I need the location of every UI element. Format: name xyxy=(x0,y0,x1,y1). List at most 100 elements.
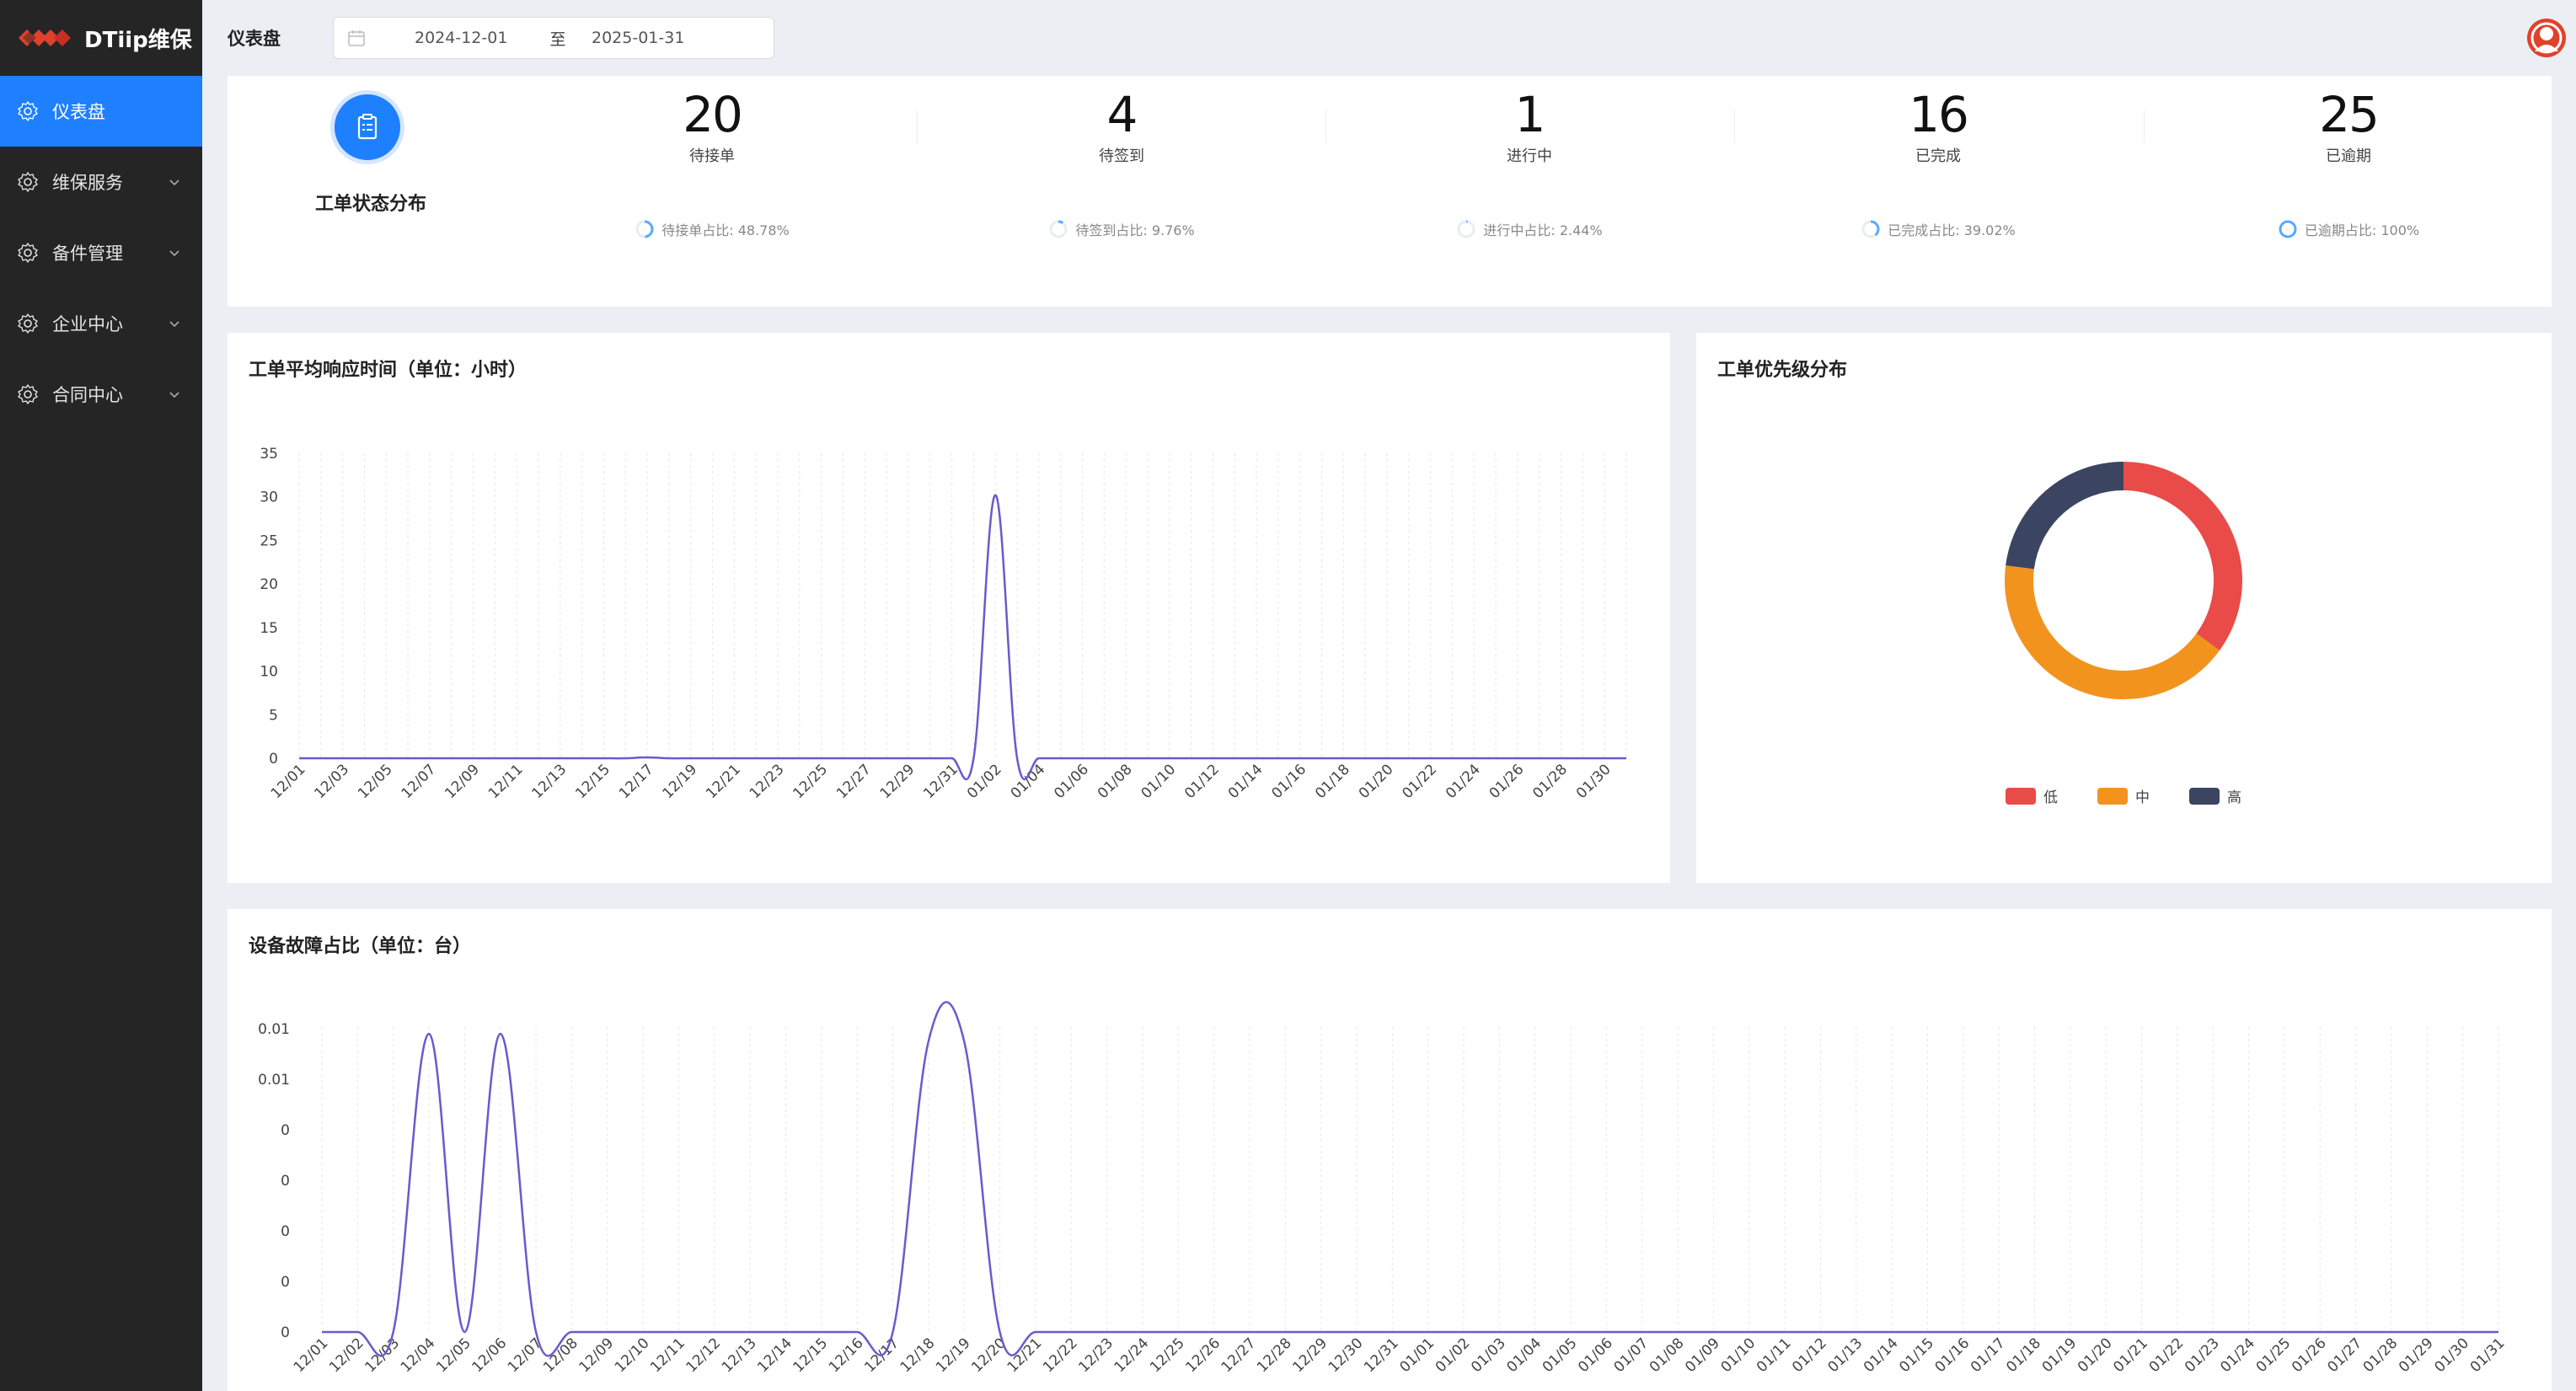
date-end-input[interactable]: 2025-01-31 xyxy=(592,29,701,47)
user-avatar[interactable] xyxy=(2527,19,2566,57)
fault-card: 设备故障占比（单位：台） 12/01 12/02 12/03 12/04 12/05 12… xyxy=(228,909,2552,1391)
sidebar-item-2[interactable]: 备件管理 xyxy=(0,217,202,288)
chevron-down-icon xyxy=(169,321,179,328)
x-tick-label: 01/16 xyxy=(1932,1335,1974,1376)
x-tick-label: 12/13 xyxy=(529,761,570,802)
x-tick-label: 12/03 xyxy=(311,761,352,802)
stat-percent-text: 待接单占比: 48.78% xyxy=(661,222,790,238)
x-tick-label: 01/20 xyxy=(2075,1335,2116,1376)
x-tick-label: 01/05 xyxy=(1540,1335,1581,1376)
stat-percent: 进行中占比: 2.44% xyxy=(1395,219,1664,239)
x-tick-label: 12/27 xyxy=(833,761,875,802)
x-tick-label: 01/04 xyxy=(1008,761,1049,802)
stat-percent-text: 待签到占比: 9.76% xyxy=(1075,222,1195,238)
x-tick-label: 12/29 xyxy=(1289,1335,1331,1376)
x-tick-label: 12/09 xyxy=(576,1335,617,1376)
stat-value: 16 xyxy=(1909,86,1969,143)
stat-label: 已逾期 xyxy=(2326,147,2371,165)
stat-value: 25 xyxy=(2319,86,2380,143)
sidebar-item-label: 维保服务 xyxy=(52,173,123,193)
legend-swatch xyxy=(2097,788,2128,805)
stat-4: 25 已逾期已逾期占比: 100% xyxy=(2214,86,2483,238)
x-tick-label: 01/12 xyxy=(1181,761,1223,802)
x-tick-label: 12/07 xyxy=(399,761,440,802)
stat-divider xyxy=(1325,110,1326,143)
y-tick-label: 0.01 xyxy=(258,1072,290,1089)
stat-1: 4 待签到 待签到占比: 9.76% xyxy=(987,86,1256,238)
gear-icon xyxy=(18,172,38,192)
x-tick-label: 12/13 xyxy=(719,1335,760,1376)
stat-value: 4 xyxy=(1106,86,1138,143)
stat-value: 1 xyxy=(1514,86,1546,143)
x-tick-label: 12/25 xyxy=(790,761,831,802)
date-separator: 至 xyxy=(549,29,566,49)
x-tick-label: 12/15 xyxy=(572,761,613,802)
legend-label: 高 xyxy=(2227,789,2241,806)
x-tick-label: 01/09 xyxy=(1682,1335,1723,1376)
x-tick-label: 01/18 xyxy=(2003,1335,2044,1376)
x-tick-label: 01/01 xyxy=(1396,1335,1438,1376)
x-tick-label: 01/26 xyxy=(2289,1335,2330,1376)
stat-percent-text: 进行中占比: 2.44% xyxy=(1483,222,1603,238)
sidebar-item-3[interactable]: 企业中心 xyxy=(0,288,202,359)
x-tick-label: 12/30 xyxy=(1325,1335,1367,1376)
x-tick-label: 12/14 xyxy=(754,1335,795,1376)
stat-percent: 已逾期占比: 100% xyxy=(2214,219,2483,239)
stat-divider xyxy=(917,110,918,143)
x-tick-label: 12/19 xyxy=(659,761,700,802)
x-tick-label: 12/19 xyxy=(933,1335,974,1376)
progress-ring-icon xyxy=(1049,220,1068,238)
stat-percent: 已完成占比: 39.02% xyxy=(1803,219,2073,239)
y-tick-label: 0 xyxy=(281,1324,290,1341)
x-tick-label: 12/12 xyxy=(683,1335,725,1376)
sidebar-item-1[interactable]: 维保服务 xyxy=(0,147,202,217)
date-range-picker[interactable]: 2024-12-01 至 2025-01-31 xyxy=(333,17,774,59)
x-tick-label: 01/03 xyxy=(1468,1335,1509,1376)
progress-ring-icon xyxy=(635,220,654,238)
sidebar-item-0[interactable]: 仪表盘 xyxy=(0,76,202,147)
fault-chart: 12/0112/0212/0312/0412/0512/0612/0712/08… xyxy=(258,1001,2509,1376)
x-tick-label: 12/17 xyxy=(616,761,657,802)
x-tick-label: 01/07 xyxy=(1610,1335,1652,1376)
logo[interactable]: DTiip维保 xyxy=(0,0,202,76)
x-tick-label: 12/26 xyxy=(1182,1335,1224,1376)
legend-swatch xyxy=(2006,788,2036,805)
x-tick-label: 12/11 xyxy=(647,1335,688,1376)
x-tick-label: 12/05 xyxy=(433,1335,474,1376)
sidebar-item-4[interactable]: 合同中心 xyxy=(0,359,202,430)
x-tick-label: 01/06 xyxy=(1575,1335,1616,1376)
stat-label: 进行中 xyxy=(1507,147,1552,165)
x-tick-label: 12/25 xyxy=(1147,1335,1188,1376)
x-tick-label: 01/10 xyxy=(1138,761,1180,802)
date-start-input[interactable]: 2024-12-01 xyxy=(415,29,524,47)
x-tick-label: 12/06 xyxy=(469,1335,510,1376)
x-tick-label: 12/31 xyxy=(920,761,961,802)
x-tick-label: 12/10 xyxy=(612,1335,653,1376)
x-tick-label: 12/09 xyxy=(442,761,483,802)
stat-value: 20 xyxy=(683,86,743,143)
x-tick-label: 12/15 xyxy=(790,1335,832,1376)
x-tick-label: 01/30 xyxy=(2431,1335,2472,1376)
y-tick-label: 10 xyxy=(260,664,278,681)
gear-icon xyxy=(18,101,38,121)
sidebar: DTiip维保 仪表盘维保服务备件管理企业中心合同中心 xyxy=(0,0,202,1391)
x-tick-label: 01/22 xyxy=(1399,761,1440,802)
gear-icon xyxy=(18,243,38,263)
stat-percent: 待签到占比: 9.76% xyxy=(987,219,1256,239)
x-tick-label: 01/24 xyxy=(1443,761,1484,802)
y-tick-label: 0 xyxy=(269,751,278,768)
gear-icon xyxy=(18,313,38,334)
stat-percent-text: 已完成占比: 39.02% xyxy=(1888,222,2016,238)
x-tick-label: 01/24 xyxy=(2217,1335,2258,1376)
sidebar-item-label: 企业中心 xyxy=(52,314,123,334)
x-tick-label: 12/07 xyxy=(505,1335,546,1376)
x-tick-label: 01/30 xyxy=(1573,761,1615,802)
x-tick-label: 01/14 xyxy=(1225,761,1267,802)
y-tick-label: 0 xyxy=(281,1122,290,1139)
response-time-chart: 0510152025303512/01 12/03 12/05 12/07 12/09 1… xyxy=(260,446,1627,802)
legend-swatch xyxy=(2189,788,2220,805)
x-tick-label: 12/11 xyxy=(485,761,527,802)
chevron-down-icon xyxy=(169,179,179,186)
y-tick-label: 0 xyxy=(281,1274,290,1291)
x-tick-label: 01/02 xyxy=(1433,1335,1474,1376)
